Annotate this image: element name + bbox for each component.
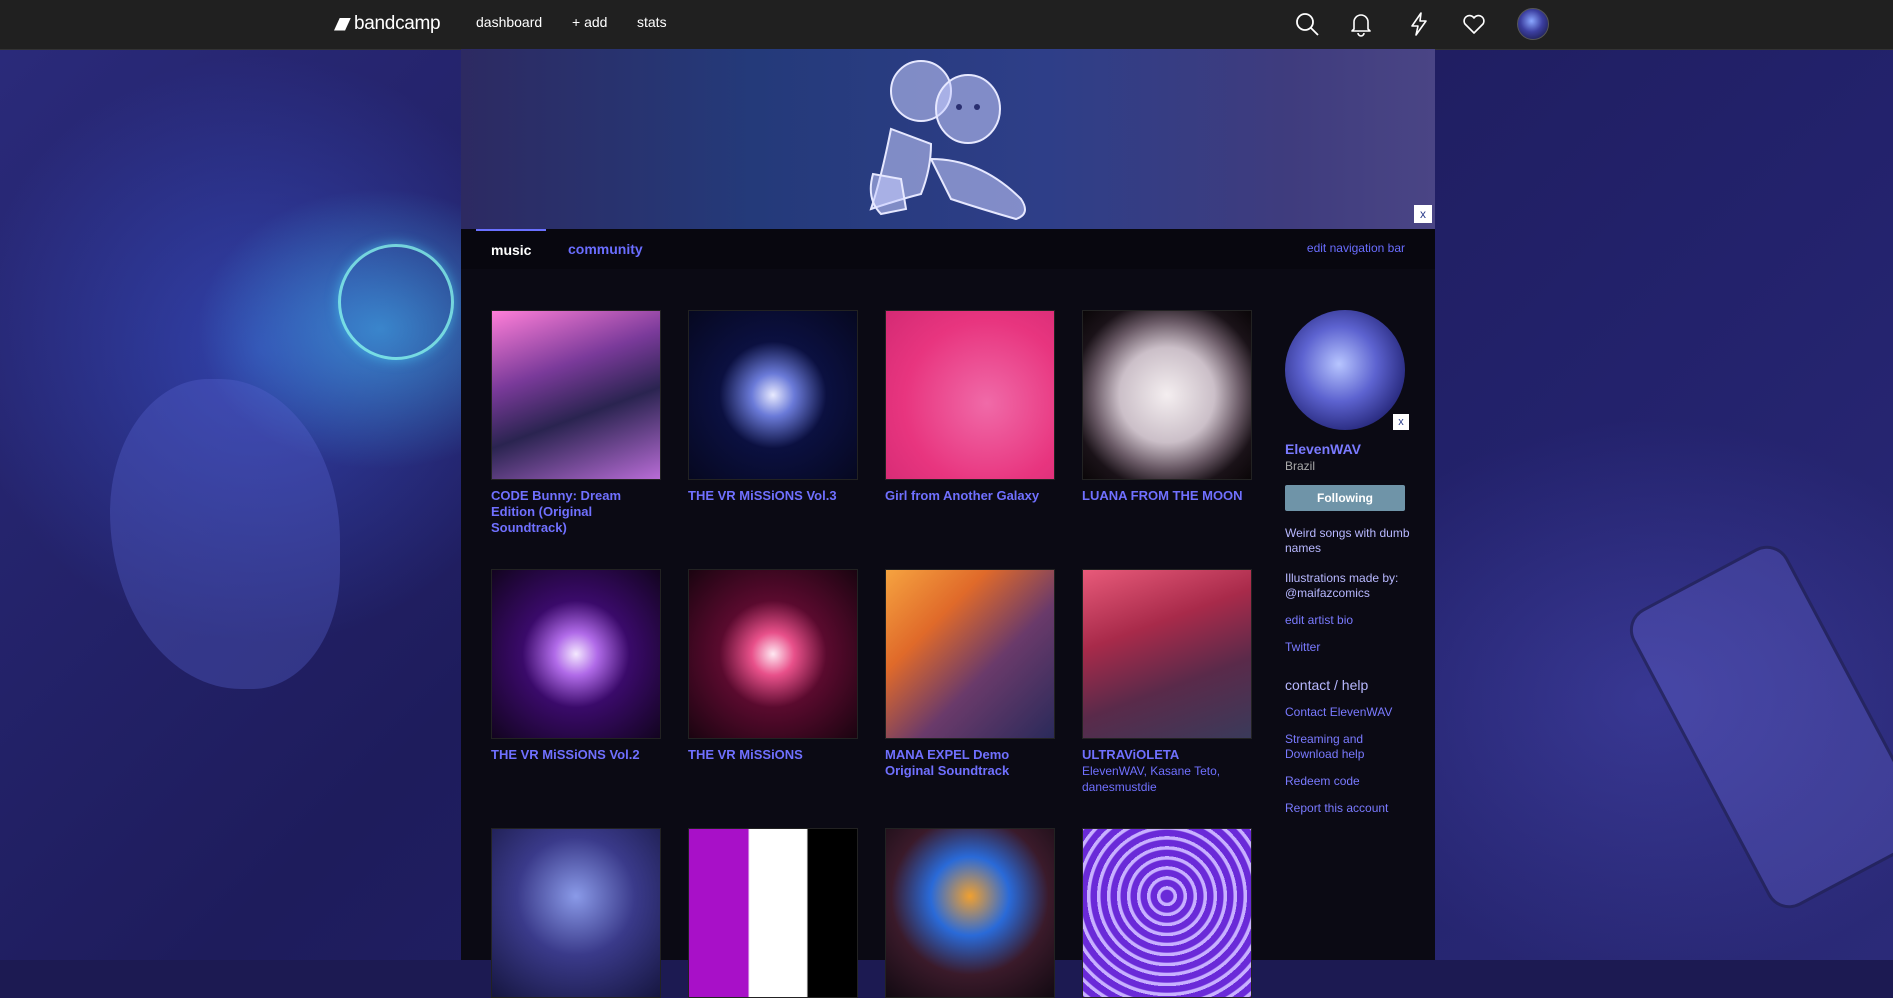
album-cover[interactable] (491, 310, 661, 480)
artist-bio-line: Weird songs with dumb names (1285, 526, 1410, 555)
album-item[interactable]: THE VR MiSSiONS (688, 569, 858, 763)
artist-photo-close-button[interactable]: x (1393, 414, 1409, 430)
album-cover[interactable] (491, 569, 661, 739)
album-item[interactable] (688, 828, 858, 998)
bandcamp-logo-text: bandcamp (354, 13, 441, 34)
album-item[interactable] (491, 828, 661, 998)
album-title[interactable]: Girl from Another Galaxy (885, 488, 1055, 504)
artist-name[interactable]: ElevenWAV (1285, 441, 1415, 457)
album-cover[interactable] (491, 828, 661, 998)
banner-close-button[interactable]: x (1414, 205, 1432, 223)
artist-tab-bar: music community edit navigation bar (461, 229, 1435, 269)
edit-navigation-bar-link[interactable]: edit navigation bar (1307, 241, 1405, 255)
album-cover[interactable] (688, 828, 858, 998)
bell-icon[interactable] (1345, 8, 1377, 40)
album-title[interactable]: MANA EXPEL Demo Original Soundtrack (885, 747, 1055, 779)
album-cover[interactable] (1082, 569, 1252, 739)
background-phone-shape (1621, 537, 1893, 917)
top-navigation-bar: bandcamp dashboard + add stats (0, 0, 1893, 50)
contact-help-heading: contact / help (1285, 677, 1369, 693)
album-cover[interactable] (885, 569, 1055, 739)
album-cover[interactable] (1082, 310, 1252, 480)
artist-sidebar: x ElevenWAV Brazil Following Weird songs… (1285, 310, 1415, 816)
nav-dashboard-link[interactable]: dashboard (476, 14, 542, 30)
twitter-link[interactable]: Twitter (1285, 640, 1415, 655)
album-item[interactable] (1082, 828, 1252, 998)
album-title[interactable]: ULTRAViOLETA (1082, 747, 1252, 763)
report-account-link[interactable]: Report this account (1285, 801, 1415, 816)
banner-illustration (869, 60, 1026, 221)
artist-photo[interactable]: x (1285, 310, 1409, 430)
album-cover[interactable] (688, 310, 858, 480)
album-title[interactable]: LUANA FROM THE MOON (1082, 488, 1252, 504)
edit-artist-bio-link[interactable]: edit artist bio (1285, 613, 1415, 628)
album-item[interactable]: ULTRAViOLETA ElevenWAV, Kasane Teto, dan… (1082, 569, 1252, 795)
album-title[interactable]: THE VR MiSSiONS Vol.3 (688, 488, 858, 504)
nav-add-link[interactable]: + add (572, 14, 607, 30)
tab-community[interactable]: community (568, 229, 643, 269)
album-title[interactable]: THE VR MiSSiONS (688, 747, 858, 763)
album-item[interactable] (885, 828, 1055, 998)
album-cover[interactable] (885, 310, 1055, 480)
search-icon[interactable] (1291, 8, 1323, 40)
following-button[interactable]: Following (1285, 485, 1405, 511)
album-item[interactable]: THE VR MiSSiONS Vol.2 (491, 569, 661, 763)
nav-stats-link[interactable]: stats (637, 14, 667, 30)
heart-icon[interactable] (1458, 8, 1490, 40)
album-item[interactable]: CODE Bunny: Dream Edition (Original Soun… (491, 310, 661, 536)
bandcamp-logo[interactable]: bandcamp (334, 11, 441, 37)
main-content-column: x music community edit navigation bar CO… (461, 49, 1435, 998)
album-cover[interactable] (1082, 828, 1252, 998)
album-artist[interactable]: ElevenWAV, Kasane Teto, danesmustdie (1082, 763, 1252, 795)
album-item[interactable]: MANA EXPEL Demo Original Soundtrack (885, 569, 1055, 779)
user-avatar[interactable] (1517, 8, 1549, 40)
artist-banner: x (461, 49, 1435, 229)
background-hand-shape (110, 379, 340, 689)
lightning-icon[interactable] (1403, 8, 1435, 40)
artist-bio-line: Illustrations made by: @maifazcomics (1285, 571, 1399, 600)
album-item[interactable]: Girl from Another Galaxy (885, 310, 1055, 504)
album-cover[interactable] (885, 828, 1055, 998)
bandcamp-logo-mark (334, 17, 351, 31)
background-glasses-shape (338, 244, 454, 360)
album-title[interactable]: CODE Bunny: Dream Edition (Original Soun… (491, 488, 661, 536)
contact-artist-link[interactable]: Contact ElevenWAV (1285, 705, 1415, 720)
redeem-code-link[interactable]: Redeem code (1285, 774, 1415, 789)
tab-music[interactable]: music (476, 229, 547, 271)
album-title[interactable]: THE VR MiSSiONS Vol.2 (491, 747, 661, 763)
streaming-download-help-link[interactable]: Streaming and Download help (1285, 732, 1415, 762)
artist-location: Brazil (1285, 459, 1316, 473)
album-cover[interactable] (688, 569, 858, 739)
album-item[interactable]: THE VR MiSSiONS Vol.3 (688, 310, 858, 504)
album-item[interactable]: LUANA FROM THE MOON (1082, 310, 1252, 504)
